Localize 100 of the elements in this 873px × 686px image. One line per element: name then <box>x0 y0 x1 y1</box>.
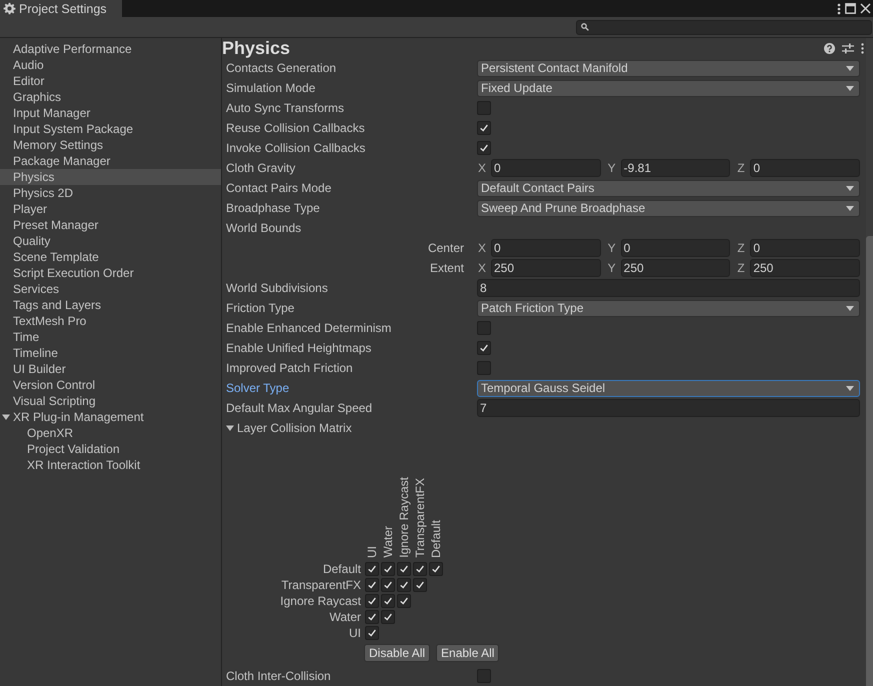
scrollbar-thumb[interactable] <box>866 236 873 686</box>
checkbox[interactable] <box>477 101 491 115</box>
input-field[interactable]: 250 <box>620 259 730 277</box>
sidebar-item[interactable]: Physics 2D <box>0 185 221 201</box>
field-label: Auto Sync Transforms <box>226 101 346 115</box>
checkbox[interactable] <box>413 562 427 576</box>
sliders-icon[interactable] <box>842 42 854 54</box>
checkbox[interactable] <box>365 610 379 624</box>
sidebar-item[interactable]: UI Builder <box>0 361 221 377</box>
input-field[interactable]: 7 <box>477 399 860 417</box>
expanded-arrow-icon[interactable] <box>226 424 234 432</box>
sidebar-item[interactable]: Package Manager <box>0 153 221 169</box>
sidebar-item[interactable]: TextMesh Pro <box>0 313 221 329</box>
dropdown-arrow-icon <box>846 66 854 70</box>
checkbox[interactable] <box>397 578 411 592</box>
axis-label: X <box>477 261 488 275</box>
sidebar-item[interactable]: Input System Package <box>0 121 221 137</box>
sidebar-item[interactable]: Version Control <box>0 377 221 393</box>
maximize-icon[interactable] <box>845 3 856 14</box>
checkbox[interactable] <box>477 361 491 375</box>
sidebar-item[interactable]: OpenXR <box>0 425 221 441</box>
checkbox[interactable] <box>381 594 395 608</box>
input-field[interactable]: 8 <box>477 279 860 297</box>
layer-label: UI <box>365 546 379 560</box>
sidebar-item[interactable]: Audio <box>0 57 221 73</box>
field-label: Contacts Generation <box>226 61 338 75</box>
sidebar-item[interactable]: Quality <box>0 233 221 249</box>
checkbox[interactable] <box>477 121 491 135</box>
input-field[interactable]: 0 <box>491 159 601 177</box>
dropdown-arrow-icon <box>846 386 854 390</box>
checkbox[interactable] <box>477 141 491 155</box>
checkbox[interactable] <box>365 626 379 640</box>
matrix-button[interactable]: Disable All <box>364 644 430 662</box>
field-label: Contact Pairs Mode <box>226 181 332 195</box>
checkbox[interactable] <box>365 594 379 608</box>
layer-label: UI <box>348 625 362 641</box>
dropdown[interactable]: Temporal Gauss Seidel <box>477 380 860 396</box>
input-field[interactable]: 0 <box>750 159 860 177</box>
sidebar-item[interactable]: Graphics <box>0 89 221 105</box>
more-icon[interactable] <box>837 2 841 14</box>
input-field[interactable]: 250 <box>491 259 601 277</box>
checkbox[interactable] <box>477 321 491 335</box>
axis-label: X <box>477 161 488 175</box>
sidebar-item[interactable]: Tags and Layers <box>0 297 221 313</box>
search-icon <box>581 23 589 31</box>
checkbox[interactable] <box>365 562 379 576</box>
checkbox[interactable] <box>365 578 379 592</box>
sidebar-item[interactable]: Input Manager <box>0 105 221 121</box>
sidebar-item[interactable]: Player <box>0 201 221 217</box>
field-label: Cloth Gravity <box>226 161 296 175</box>
page-title: Physics <box>222 38 292 58</box>
dropdown[interactable]: Sweep And Prune Broadphase <box>477 200 860 216</box>
field-label: Broadphase Type <box>226 201 321 215</box>
field-label: World Subdivisions <box>226 281 329 295</box>
checkbox[interactable] <box>381 562 395 576</box>
sidebar-item[interactable]: Scene Template <box>0 249 221 265</box>
foldout-label[interactable]: Layer Collision Matrix <box>237 421 352 435</box>
sidebar-item[interactable]: Adaptive Performance <box>0 41 221 57</box>
sidebar-item[interactable]: Time <box>0 329 221 345</box>
checkbox[interactable] <box>429 562 443 576</box>
dropdown[interactable]: Patch Friction Type <box>477 300 860 316</box>
checkbox[interactable] <box>397 594 411 608</box>
input-field[interactable]: 250 <box>750 259 860 277</box>
checkbox[interactable] <box>397 562 411 576</box>
input-field[interactable]: 0 <box>491 239 601 257</box>
close-icon[interactable] <box>860 3 871 14</box>
input-field[interactable]: 0 <box>750 239 860 257</box>
sidebar-item[interactable]: Preset Manager <box>0 217 221 233</box>
layer-label: TransparentFX <box>413 478 427 560</box>
dropdown-arrow-icon <box>846 306 854 310</box>
checkbox[interactable] <box>477 669 491 683</box>
gear-icon <box>3 2 16 15</box>
field-label: World Bounds <box>226 221 302 235</box>
dropdown[interactable]: Persistent Contact Manifold <box>477 60 860 76</box>
sidebar-item[interactable]: XR Interaction Toolkit <box>0 457 221 473</box>
sidebar-item[interactable]: Services <box>0 281 221 297</box>
search-field[interactable] <box>576 20 872 34</box>
expanded-arrow-icon[interactable] <box>2 413 10 421</box>
sidebar-item[interactable]: Visual Scripting <box>0 393 221 409</box>
checkbox[interactable] <box>477 341 491 355</box>
matrix-button[interactable]: Enable All <box>436 644 500 662</box>
sidebar-item[interactable]: Timeline <box>0 345 221 361</box>
dropdown[interactable]: Default Contact Pairs <box>477 180 860 196</box>
input-field[interactable]: -9.81 <box>620 159 730 177</box>
window-tab[interactable]: Project Settings <box>0 0 122 17</box>
input-field[interactable]: 0 <box>620 239 730 257</box>
sidebar-item[interactable]: Editor <box>0 73 221 89</box>
sidebar-item[interactable]: Project Validation <box>0 441 221 457</box>
axis-label: Y <box>606 261 617 275</box>
sidebar-item[interactable]: Script Execution Order <box>0 265 221 281</box>
checkbox[interactable] <box>381 578 395 592</box>
field-label: Solver Type <box>226 381 290 395</box>
checkbox[interactable] <box>381 610 395 624</box>
dropdown[interactable]: Fixed Update <box>477 80 860 96</box>
more-icon[interactable] <box>861 42 864 54</box>
sidebar-item[interactable]: Physics <box>0 169 221 185</box>
checkbox[interactable] <box>413 578 427 592</box>
sidebar-item[interactable]: Memory Settings <box>0 137 221 153</box>
sidebar-item[interactable]: XR Plug-in Management <box>0 409 221 425</box>
help-icon[interactable] <box>824 42 835 54</box>
